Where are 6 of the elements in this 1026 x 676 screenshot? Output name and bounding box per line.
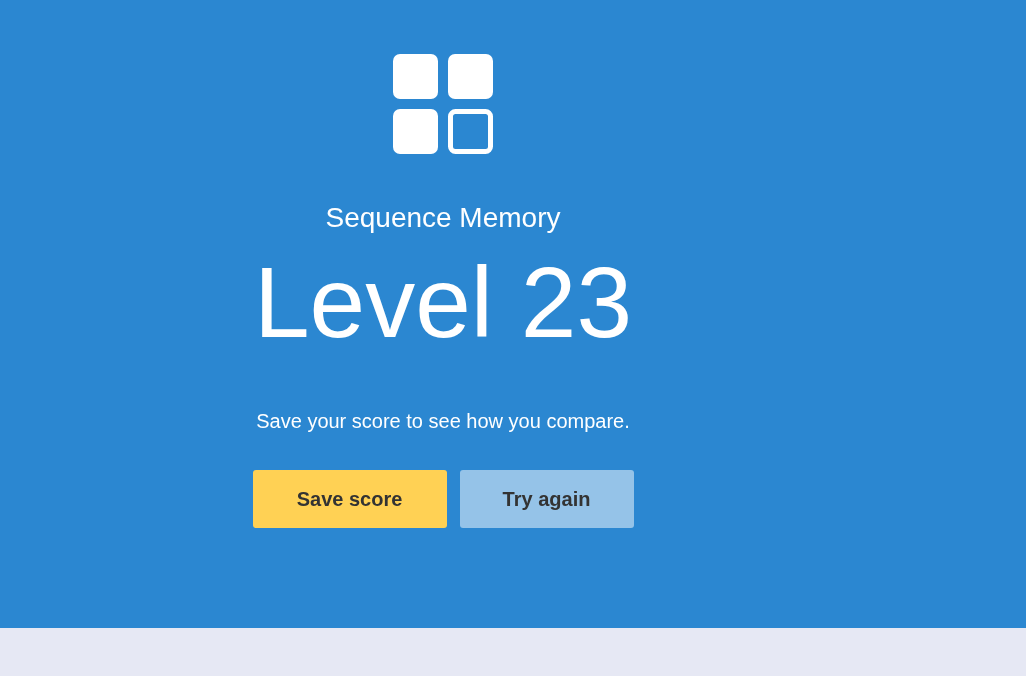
try-again-button[interactable]: Try again: [459, 470, 634, 528]
save-prompt: Save your score to see how you compare.: [256, 409, 630, 434]
level-result: Level 23: [253, 252, 633, 352]
game-title: Sequence Memory: [325, 201, 561, 235]
grid-icon: [393, 54, 493, 154]
save-score-button[interactable]: Save score: [252, 470, 447, 528]
